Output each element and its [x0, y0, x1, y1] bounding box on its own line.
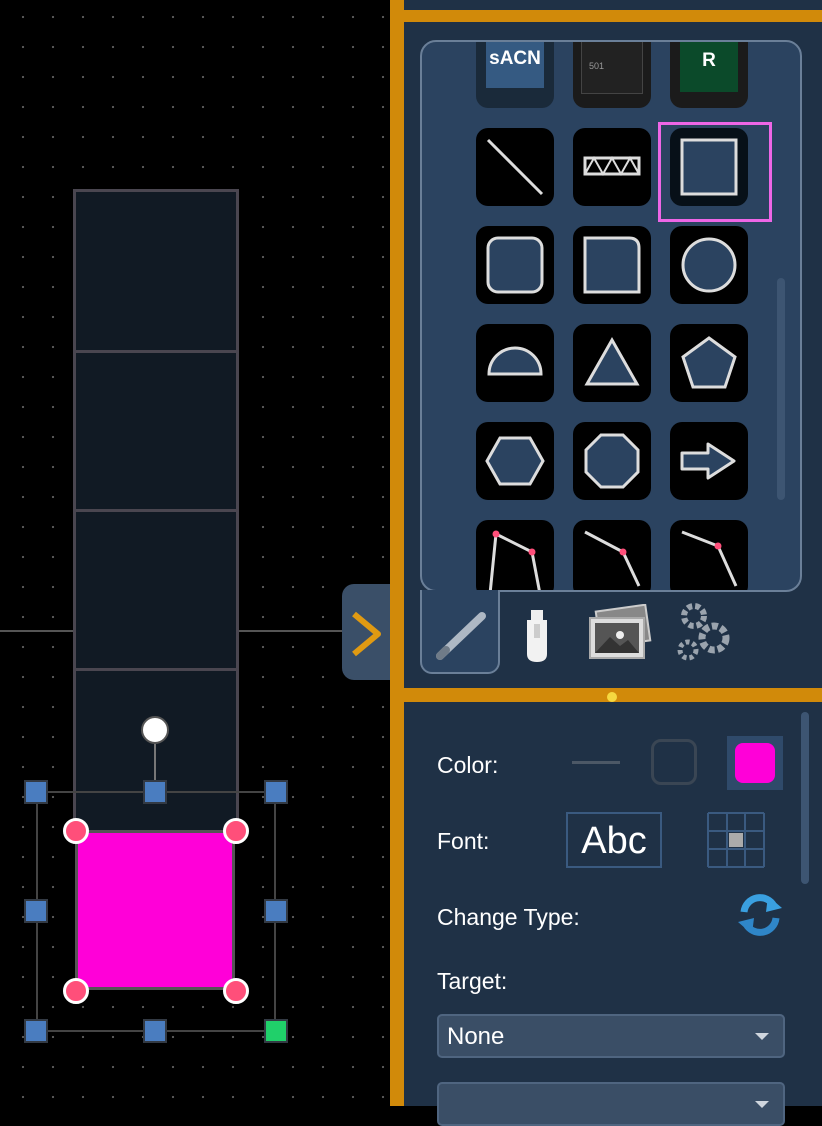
selected-tile-highlight — [658, 122, 772, 222]
chevron-down-icon — [755, 1101, 769, 1108]
properties-scrollbar[interactable] — [801, 712, 809, 884]
gears-icon — [677, 603, 730, 661]
polyline-icon — [681, 530, 738, 587]
splitter-grip[interactable] — [607, 692, 617, 702]
canvas[interactable] — [0, 0, 390, 1106]
color-label: Color: — [437, 752, 499, 778]
font-label: Font: — [437, 828, 490, 854]
corner-radius-handle-top-right[interactable] — [223, 818, 249, 844]
alignment-grid-icon — [707, 812, 765, 868]
hexagon-icon — [485, 436, 545, 486]
fill-color-button[interactable] — [727, 736, 783, 790]
resize-handle-top-right[interactable] — [264, 780, 288, 804]
rounded-rect-icon — [486, 236, 544, 294]
arrow-right-icon — [680, 442, 736, 480]
device-label: 501 — [589, 61, 605, 71]
triangle-tile[interactable] — [573, 324, 651, 402]
polyline-tile-1[interactable] — [476, 520, 554, 590]
images-icon — [589, 603, 652, 659]
font-sample-text: Abc — [581, 820, 647, 862]
corner-radius-handle-top-left[interactable] — [63, 818, 89, 844]
fixture-icon — [527, 610, 547, 662]
resize-handle-right[interactable] — [264, 899, 288, 923]
pencil-icon — [436, 612, 486, 660]
pentagon-tile[interactable] — [670, 324, 748, 402]
polyline-icon — [584, 530, 641, 587]
chevron-right-icon — [352, 611, 381, 657]
palette-scrollbar[interactable] — [777, 278, 785, 500]
r-label: R — [702, 50, 716, 71]
collapse-panel-button[interactable] — [342, 584, 392, 680]
circle-icon — [681, 237, 737, 293]
resize-handle-bottom[interactable] — [143, 1019, 167, 1043]
wire-left — [0, 630, 75, 632]
resize-handle-bottom-left[interactable] — [24, 1019, 48, 1043]
tab-fixtures[interactable] — [516, 606, 566, 666]
resize-handle-left[interactable] — [24, 899, 48, 923]
border-color-swatch[interactable] — [651, 739, 697, 785]
resize-handle-bottom-right[interactable] — [264, 1019, 288, 1043]
line-icon — [486, 138, 544, 196]
device-tile[interactable]: 501 — [573, 42, 651, 108]
octagon-tile[interactable] — [573, 422, 651, 500]
hexagon-tile[interactable] — [476, 422, 554, 500]
sacn-label: sACN — [489, 48, 541, 69]
semicircle-tile[interactable] — [476, 324, 554, 402]
text-alignment-button[interactable] — [707, 812, 765, 868]
target-label: Target: — [437, 968, 508, 994]
fixture-cell-3[interactable] — [73, 509, 239, 673]
change-type-button[interactable] — [736, 892, 784, 938]
fixture-cell-2[interactable] — [73, 350, 239, 514]
tab-settings[interactable] — [674, 600, 734, 664]
fixture-cell-1[interactable] — [73, 189, 239, 353]
change-type-label: Change Type: — [437, 904, 580, 930]
polyline-tile-2[interactable] — [573, 520, 651, 590]
line-color-swatch[interactable] — [572, 761, 620, 764]
secondary-select[interactable] — [437, 1082, 785, 1126]
fixture-cell-4[interactable] — [73, 668, 239, 834]
panel-divider[interactable] — [390, 0, 404, 1106]
rotate-handle[interactable] — [141, 716, 169, 744]
arrow-tile[interactable] — [670, 422, 748, 500]
top-divider — [404, 10, 822, 22]
rounded-corner-rect-icon — [583, 236, 641, 294]
pentagon-icon — [681, 336, 737, 389]
circle-tile[interactable] — [670, 226, 748, 304]
selected-rectangle-shape[interactable] — [75, 830, 235, 990]
resize-handle-top-left[interactable] — [24, 780, 48, 804]
corner-radius-handle-bottom-right[interactable] — [223, 978, 249, 1004]
truss-icon — [583, 155, 641, 177]
rounded-corner-rect-tile[interactable] — [573, 226, 651, 304]
refresh-icon — [738, 894, 782, 936]
octagon-icon — [584, 433, 640, 489]
rotate-handle-stem — [154, 744, 156, 780]
chevron-down-icon — [755, 1033, 769, 1040]
tab-images[interactable] — [584, 603, 654, 668]
triangle-icon — [584, 336, 640, 386]
target-select-value: None — [447, 1023, 505, 1050]
tab-draw[interactable] — [420, 590, 500, 674]
polyline-tile-3[interactable] — [670, 520, 748, 590]
truss-tile[interactable] — [573, 128, 651, 206]
line-tile[interactable] — [476, 128, 554, 206]
polyline-icon — [488, 530, 541, 590]
fill-color-swatch — [735, 743, 775, 783]
semicircle-icon — [487, 346, 543, 376]
sacn-tile[interactable]: sACN — [476, 42, 554, 108]
r-tile[interactable]: R — [670, 42, 748, 108]
target-select[interactable]: None — [437, 1014, 785, 1058]
font-sample-button[interactable]: Abc — [566, 812, 662, 868]
corner-radius-handle-bottom-left[interactable] — [63, 978, 89, 1004]
rounded-rect-tile[interactable] — [476, 226, 554, 304]
wire-right — [236, 630, 346, 632]
resize-handle-top[interactable] — [143, 780, 167, 804]
